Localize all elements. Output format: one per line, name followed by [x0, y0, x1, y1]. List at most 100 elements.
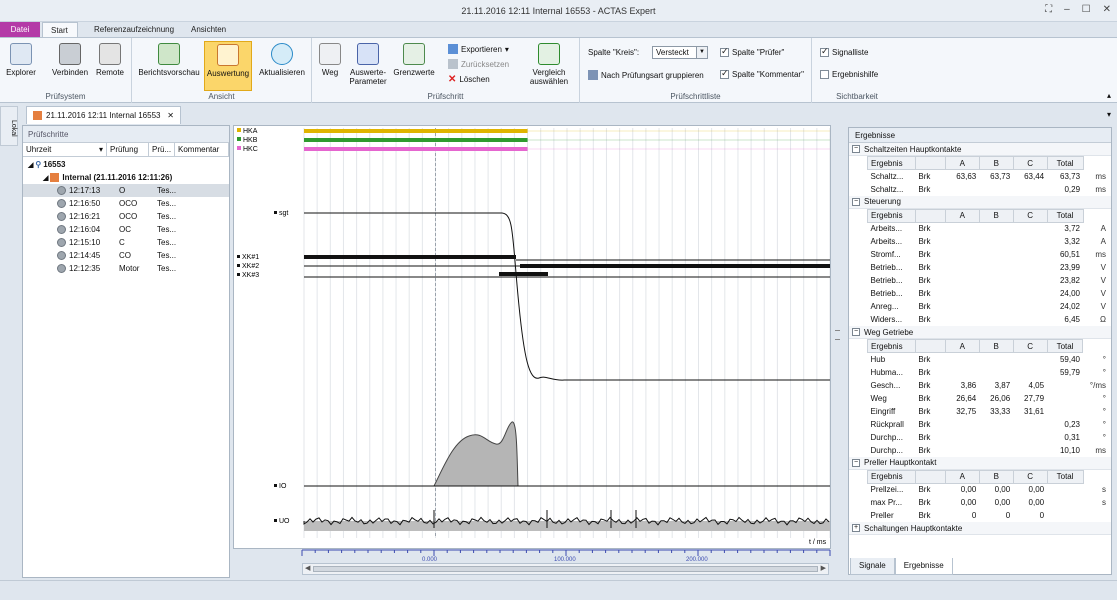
tab-datei[interactable]: Datei — [0, 22, 40, 38]
signal-marker — [274, 519, 277, 522]
column-pruefung[interactable]: Prüfung — [107, 143, 149, 156]
row-test: C — [119, 238, 125, 247]
result-row[interactable]: Betrieb... Brk 24,00 V — [868, 287, 1110, 300]
result-row[interactable]: Rückprall Brk 0,23 ° — [868, 418, 1110, 431]
result-row[interactable]: Weg Brk 26,64 26,06 27,79 ° — [868, 392, 1110, 405]
scroll-thumb[interactable] — [313, 566, 818, 572]
result-row[interactable]: Preller Brk 0 0 0 — [868, 509, 1110, 522]
remote-icon — [99, 43, 121, 65]
checkbox-checked-icon[interactable] — [820, 46, 829, 57]
close-icon[interactable]: ✕ — [1103, 4, 1111, 15]
tab-ansichten[interactable]: Ansichten — [183, 22, 234, 38]
close-tab-icon[interactable]: ✕ — [167, 111, 174, 120]
splitter-grip[interactable] — [833, 125, 843, 549]
checkbox-unchecked-icon[interactable] — [820, 70, 829, 79]
tab-signale[interactable]: Signale — [850, 558, 895, 575]
vergleich-auswaehlen-button[interactable]: Vergleich auswählen — [524, 41, 574, 86]
tree-row[interactable]: 12:16:50 OCO Tes... — [23, 197, 229, 210]
tree-row[interactable]: 12:12:35 Motor Tes... — [23, 262, 229, 275]
ergebnishilfe-checkbox[interactable]: Ergebnishilfe — [820, 70, 878, 79]
result-row[interactable]: Arbeits... Brk 3,72 A — [868, 222, 1110, 235]
tab-ergebnisse[interactable]: Ergebnisse — [894, 558, 953, 575]
result-cell: 0,23 — [1064, 419, 1080, 429]
scroll-left-icon[interactable]: ◀ — [305, 564, 310, 572]
tab-start[interactable]: Start — [42, 22, 78, 38]
verbinden-button[interactable]: Verbinden — [50, 41, 90, 77]
result-row[interactable]: Hub Brk 59,40 ° — [868, 353, 1110, 366]
explorer-button[interactable]: Explorer — [3, 41, 39, 77]
column-kommentar[interactable]: Kommentar — [175, 143, 229, 156]
signal-chart[interactable]: HKA HKB HKC sgt XK#1 XK#2 XK#3 IO UO t / ms — [233, 125, 831, 549]
document-tab[interactable]: 21.11.2016 12:11 Internal 16553 ✕ — [26, 106, 181, 124]
nach-pruefungsart-gruppieren-button[interactable]: Nach Prüfungsart gruppieren — [588, 70, 704, 80]
result-row[interactable]: Betrieb... Brk 23,99 V — [868, 261, 1110, 274]
result-row[interactable]: Gesch... Brk 3,86 3,87 4,05 °/ms — [868, 379, 1110, 392]
result-row[interactable]: Anreg... Brk 24,02 V — [868, 300, 1110, 313]
minimize-icon[interactable]: – — [1064, 4, 1070, 15]
section-header[interactable]: − Preller Hauptkontakt — [849, 456, 1111, 470]
spalte-kreis-select[interactable]: Versteckt ▼ — [652, 46, 708, 59]
zuruecksetzen-button[interactable]: Zurücksetzen — [448, 59, 509, 69]
tree-row[interactable]: 12:15:10 C Tes... — [23, 236, 229, 249]
column-pruefer[interactable]: Prü... — [149, 143, 175, 156]
tree-root[interactable]: ◢ ⚲ 16553 — [23, 158, 229, 171]
result-row[interactable]: Schaltz... Brk 0,29 ms — [868, 183, 1110, 196]
collapse-icon[interactable]: − — [852, 197, 860, 206]
result-cell: Arbeits... — [870, 224, 903, 234]
collapse-icon[interactable]: − — [852, 145, 860, 153]
result-row[interactable]: Arbeits... Brk 3,32 A — [868, 235, 1110, 248]
result-section: − Preller Hauptkontakt Ergebnis A B C Total Pre… — [849, 456, 1111, 523]
tree-session[interactable]: ◢ Internal (21.11.2016 12:11:26) — [23, 171, 229, 184]
grenzwerte-button[interactable]: Grenzwerte — [392, 41, 436, 77]
expand-icon[interactable]: ◢ — [43, 174, 48, 182]
tab-list-chevron-icon[interactable]: ▾ — [1107, 110, 1111, 119]
ribbon-tabs: Datei Start Referenzaufzeichnung Ansicht… — [0, 22, 1117, 38]
result-row[interactable]: Prellzei... Brk 0,00 0,00 0,00 s — [868, 483, 1110, 496]
expand-icon[interactable]: ◢ — [28, 161, 33, 169]
exportieren-button[interactable]: Exportieren ▾ — [448, 44, 509, 54]
auswertung-button[interactable]: Auswertung — [204, 41, 252, 91]
section-header[interactable]: − Weg Getriebe — [849, 326, 1111, 339]
tree-row[interactable]: 12:16:04 OC Tes... — [23, 223, 229, 236]
section-header[interactable]: − Schaltzeiten Hauptkontakte — [849, 143, 1111, 156]
maximize-icon[interactable]: ☐ — [1082, 4, 1091, 15]
collapse-ribbon-icon[interactable]: ▴ — [1107, 91, 1111, 100]
checkbox-checked-icon[interactable] — [720, 68, 729, 79]
weg-button[interactable]: Weg — [316, 41, 344, 77]
result-row[interactable]: Durchp... Brk 10,10 ms — [868, 444, 1110, 457]
side-tab-lokal[interactable]: Lokal — [0, 106, 18, 146]
scroll-right-icon[interactable]: ▶ — [821, 564, 826, 572]
berichtsvorschau-button[interactable]: Berichtsvorschau — [136, 41, 202, 77]
result-row[interactable]: Betrieb... Brk 23,82 V — [868, 274, 1110, 287]
result-cell: V — [1100, 289, 1106, 298]
result-row[interactable]: Schaltz... Brk 63,63 63,73 63,44 63,73 ms — [868, 170, 1110, 183]
aktualisieren-button[interactable]: Aktualisieren — [256, 41, 308, 77]
remote-button[interactable]: Remote — [92, 41, 128, 77]
result-row[interactable]: Durchp... Brk 0,31 ° — [868, 431, 1110, 444]
signalliste-checkbox[interactable]: Signalliste — [820, 46, 868, 57]
result-row[interactable]: max Pr... Brk 0,00 0,00 0,00 s — [868, 496, 1110, 509]
auswerteparameter-button[interactable]: Auswerte- Parameter — [348, 41, 388, 86]
checkbox-checked-icon[interactable] — [720, 46, 729, 57]
signal-marker — [237, 255, 240, 258]
result-row[interactable]: Hubma... Brk 59,79 ° — [868, 366, 1110, 379]
tree-row[interactable]: 12:14:45 CO Tes... — [23, 249, 229, 262]
horizontal-scrollbar[interactable]: ◀ ▶ — [302, 563, 829, 575]
tab-referenzaufzeichnung[interactable]: Referenzaufzeichnung — [86, 22, 182, 38]
result-row[interactable]: Stromf... Brk 60,51 ms — [868, 248, 1110, 261]
collapse-icon[interactable]: − — [852, 328, 860, 336]
expand-icon[interactable]: + — [852, 524, 860, 532]
spalte-kommentar-checkbox[interactable]: Spalte "Kommentar" — [720, 68, 804, 79]
spalte-pruefer-checkbox[interactable]: Spalte "Prüfer" — [720, 46, 784, 57]
title-bar: 21.11.2016 12:11 Internal 16553 - ACTAS … — [0, 0, 1117, 22]
column-uhrzeit[interactable]: Uhrzeit ▾ — [23, 143, 107, 156]
result-row[interactable]: Widers... Brk 6,45 Ω — [868, 313, 1110, 326]
tree-row[interactable]: 12:16:21 OCO Tes... — [23, 210, 229, 223]
loeschen-button[interactable]: ✕ Löschen — [448, 74, 490, 85]
section-header[interactable]: + Schaltungen Hauptkontakte — [849, 522, 1111, 535]
tree-row[interactable]: 12:17:13 O Tes... — [23, 184, 229, 197]
section-header[interactable]: − Steuerung — [849, 195, 1111, 209]
collapse-icon[interactable]: − — [852, 458, 860, 467]
restore-icon[interactable]: ⛶ — [1045, 4, 1052, 15]
result-row[interactable]: Eingriff Brk 32,75 33,33 31,61 ° — [868, 405, 1110, 418]
